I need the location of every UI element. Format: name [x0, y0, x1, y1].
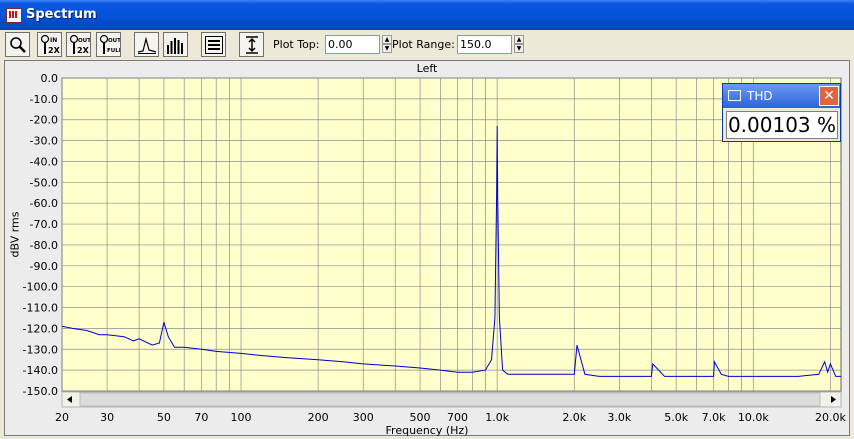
x-tick-label: 20.0k	[815, 411, 846, 424]
thd-value: 0.00103 %	[726, 111, 838, 139]
y-tick-label: -130.0	[23, 343, 58, 356]
close-icon[interactable]: ✕	[819, 86, 839, 106]
meter-icon	[728, 90, 741, 101]
x-tick-label: 3.0k	[607, 411, 631, 424]
y-tick-label: -120.0	[23, 322, 58, 335]
y-tick-label: -140.0	[23, 364, 58, 377]
x-tick-label: 200	[308, 411, 329, 424]
y-tick-label: -50.0	[30, 176, 58, 189]
spectrum-chart[interactable]: 0.0 -10.0 -20.0 -30.0 -40.0 -50.0 -60.0 -70.0 -8…	[0, 0, 854, 439]
x-tick-label: 100	[231, 411, 252, 424]
y-tick-label: 0.0	[41, 72, 59, 85]
y-tick-label: -60.0	[30, 197, 58, 210]
x-tick-label: 7.0k	[702, 411, 726, 424]
y-tick-label: -90.0	[30, 260, 58, 273]
y-tick-label: -10.0	[30, 93, 58, 106]
x-tick-label: 5.0k	[664, 411, 688, 424]
y-tick-label: -30.0	[30, 135, 58, 148]
y-tick-labels: 0.0 -10.0 -20.0 -30.0 -40.0 -50.0 -60.0 -70.0 -8…	[23, 72, 58, 398]
thd-meter-window[interactable]: THD ✕ 0.00103 %	[722, 83, 841, 142]
horizontal-scrollbar[interactable]	[61, 391, 842, 408]
scrollbar-thumb[interactable]	[79, 392, 821, 407]
x-tick-label: 70	[194, 411, 208, 424]
x-tick-label: 2.0k	[562, 411, 586, 424]
x-tick-label: 1.0k	[485, 411, 509, 424]
thd-title-bar[interactable]: THD ✕	[723, 84, 840, 108]
x-tick-label: 30	[100, 411, 114, 424]
y-tick-label: -20.0	[30, 114, 58, 127]
y-tick-label: -100.0	[23, 281, 58, 294]
x-tick-label: 10.0k	[738, 411, 769, 424]
x-tick-label: 700	[447, 411, 468, 424]
x-tick-label: 300	[353, 411, 374, 424]
y-tick-label: -80.0	[30, 239, 58, 252]
thd-title: THD	[747, 89, 773, 103]
y-tick-label: -150.0	[23, 385, 58, 398]
y-tick-label: -70.0	[30, 218, 58, 231]
x-tick-labels: 20 30 50 70 100 200 300 500 700 1.0k 2.0k 3.0k 5.0k 7…	[55, 411, 846, 424]
x-tick-label: 500	[410, 411, 431, 424]
y-tick-label: -40.0	[30, 155, 58, 168]
x-tick-label: 20	[55, 411, 69, 424]
y-tick-label: -110.0	[23, 302, 58, 315]
x-tick-label: 50	[157, 411, 171, 424]
